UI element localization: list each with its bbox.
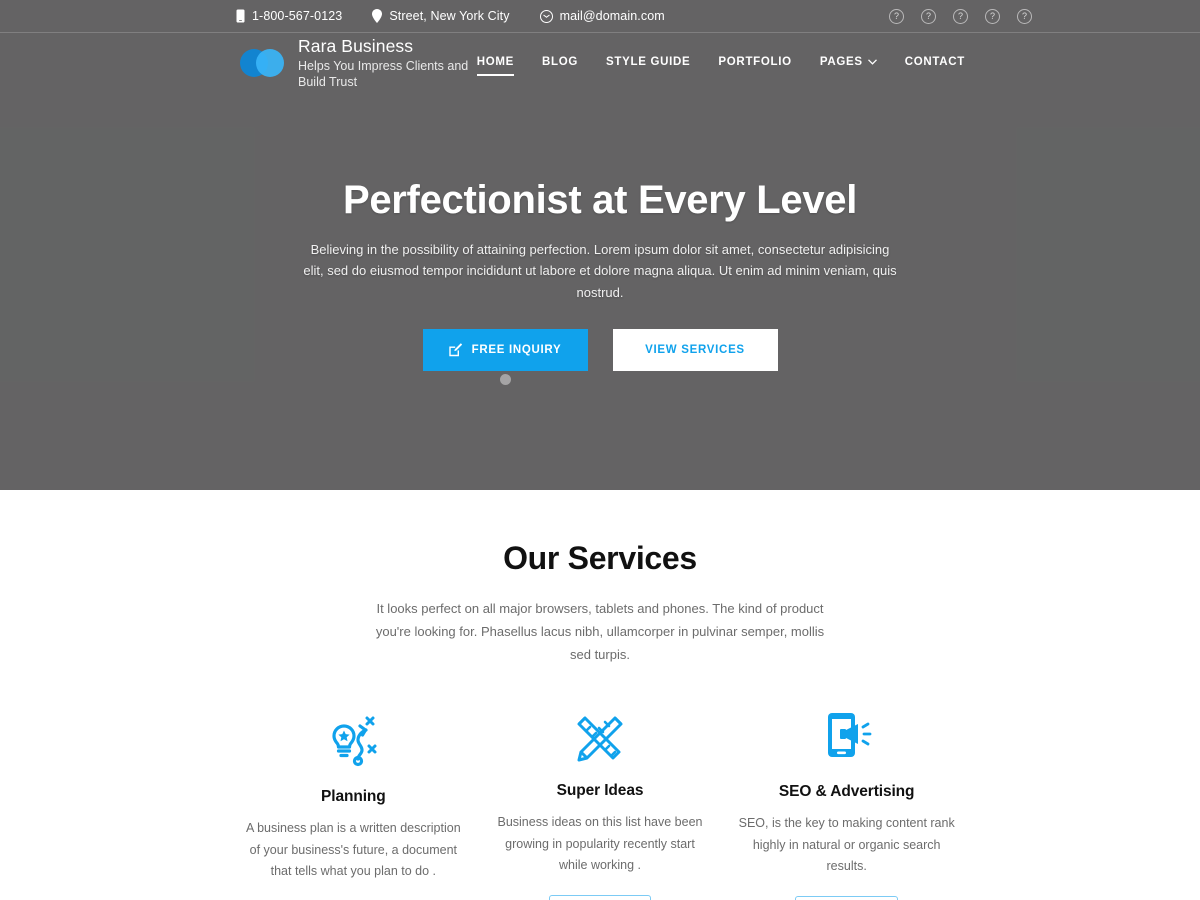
twitter-icon[interactable]: ? <box>921 8 936 24</box>
hero-section: 1-800-567-0123 Street, New York City mai… <box>0 0 1200 490</box>
topbar-phone[interactable]: 1-800-567-0123 <box>236 9 342 23</box>
service-description: SEO, is the key to making content rank h… <box>738 816 955 874</box>
view-services-label: VIEW SERVICES <box>645 344 745 357</box>
hero-subtitle: Believing in the possibility of attainin… <box>303 241 897 300</box>
slider-dot[interactable] <box>499 374 511 385</box>
nav-item-portfolio-label: PORTFOLIO <box>718 55 792 68</box>
topbar-email-text: mail@domain.com <box>559 9 665 23</box>
facebook-icon[interactable]: ? <box>889 8 904 24</box>
overlapping-circles-logo-icon <box>240 49 284 77</box>
read-more-button[interactable]: READ MORE <box>548 894 652 900</box>
map-pin-icon <box>372 9 383 23</box>
nav-item-blog[interactable]: BLOG <box>542 56 578 71</box>
phone-megaphone-icon <box>737 707 956 769</box>
nav-item-portfolio[interactable]: PORTFOLIO <box>718 56 791 71</box>
service-description: Business ideas on this list have been gr… <box>497 815 703 873</box>
service-description: A business plan is a written description… <box>245 821 461 879</box>
services-title: Our Services <box>503 540 697 576</box>
nav-item-pages-label: PAGES <box>819 55 863 68</box>
chevron-down-icon <box>867 57 877 67</box>
mobile-phone-icon <box>236 9 245 23</box>
service-card-super-ideas: Super Ideas Business ideas on this list … <box>477 706 724 900</box>
top-contact-bar: 1-800-567-0123 Street, New York City mai… <box>0 0 1200 33</box>
nav-item-home[interactable]: HOME <box>476 55 515 76</box>
brand-logo[interactable]: Rara Business Helps You Impress Clients … <box>240 36 477 91</box>
topbar-address-text: Street, New York City <box>389 9 510 23</box>
topbar-phone-text: 1-800-567-0123 <box>252 9 343 23</box>
free-inquiry-button[interactable]: FREE INQUIRY <box>422 329 588 372</box>
nav-item-home-label: HOME <box>476 55 514 68</box>
nav-item-blog-label: BLOG <box>542 55 579 68</box>
service-title: Super Ideas <box>556 782 644 800</box>
service-card-planning: Planning A business plan is a written de… <box>230 706 477 900</box>
linkedin-icon[interactable]: ? <box>985 8 1000 24</box>
lightbulb-strategy-icon <box>244 712 463 774</box>
hero-cta-group: FREE INQUIRY VIEW SERVICES <box>300 329 900 372</box>
free-inquiry-label: FREE INQUIRY <box>471 344 562 357</box>
nav-item-contact-label: CONTACT <box>904 55 965 68</box>
service-title: Planning <box>321 788 386 806</box>
ruler-pencil-icon <box>491 706 710 768</box>
hero-content: Perfectionist at Every Level Believing i… <box>0 178 1200 372</box>
hero-title: Perfectionist at Every Level <box>342 178 858 222</box>
instagram-icon[interactable]: ? <box>953 8 968 24</box>
nav-item-contact[interactable]: CONTACT <box>905 56 965 71</box>
service-card-seo-advertising: SEO & Advertising SEO, is the key to mak… <box>723 706 970 900</box>
pencil-square-icon <box>448 343 463 357</box>
brand-name: Rara Business <box>298 35 414 56</box>
youtube-icon[interactable]: ? <box>1017 8 1032 24</box>
envelope-icon <box>539 9 553 23</box>
services-grid: Planning A business plan is a written de… <box>230 706 970 900</box>
read-more-button[interactable]: READ MORE <box>795 895 898 900</box>
brand-tagline: Helps You Impress Clients and Build Trus… <box>298 58 469 90</box>
social-links: ? ? ? ? ? <box>889 8 1200 24</box>
site-header: Rara Business Helps You Impress Clients … <box>0 33 1200 93</box>
main-navigation: HOME BLOG STYLE GUIDE PORTFOLIO PAGES CO… <box>476 55 965 76</box>
view-services-button[interactable]: VIEW SERVICES <box>612 329 778 372</box>
hero-slider-dots <box>0 374 1200 385</box>
service-title: SEO & Advertising <box>778 783 915 801</box>
nav-item-style-guide[interactable]: STYLE GUIDE <box>606 56 690 71</box>
nav-item-style-guide-label: STYLE GUIDE <box>606 55 691 68</box>
topbar-email[interactable]: mail@domain.com <box>539 9 665 23</box>
topbar-address[interactable]: Street, New York City <box>372 9 509 23</box>
nav-item-pages[interactable]: PAGES <box>820 56 877 71</box>
services-subtitle: It looks perfect on all major browsers, … <box>375 601 825 662</box>
services-section: Our Services It looks perfect on all maj… <box>0 490 1200 900</box>
